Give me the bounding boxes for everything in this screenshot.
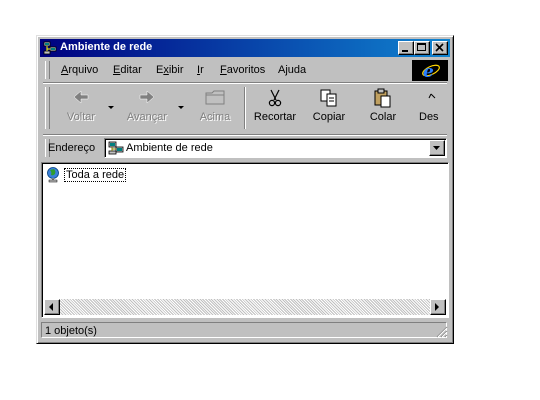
standard-toolbar: Voltar Avançar Acima Recortar Copiar Col… <box>41 84 449 134</box>
menu-bar: Arquivo Editar Exibir Ir Favoritos Ajuda… <box>41 59 449 82</box>
maximize-icon <box>417 43 426 51</box>
address-bar: Endereço Ambiente de rede <box>41 136 449 160</box>
status-bar: 1 objeto(s) <box>41 321 449 339</box>
undo-button[interactable]: Des <box>411 86 449 130</box>
close-icon <box>435 43 444 52</box>
minimize-icon <box>402 50 408 52</box>
address-label: Endereço <box>48 142 96 154</box>
chevron-down-icon <box>433 146 440 150</box>
menu-favoritos[interactable]: Favoritos <box>220 64 265 76</box>
svg-text:e: e <box>423 62 434 81</box>
up-button[interactable]: Acima <box>189 86 241 130</box>
forward-arrow-icon <box>139 90 155 104</box>
cut-button[interactable]: Recortar <box>249 86 301 130</box>
scroll-right-button[interactable] <box>430 299 446 315</box>
paste-icon <box>374 88 391 108</box>
address-dropdown-button[interactable] <box>429 140 445 156</box>
network-neighborhood-icon <box>108 141 124 158</box>
minimize-button[interactable] <box>398 41 414 55</box>
menu-ir[interactable]: Ir <box>197 64 204 76</box>
forward-dropdown-arrow[interactable] <box>178 106 184 109</box>
internet-explorer-logo: e <box>412 60 448 82</box>
back-button[interactable]: Voltar <box>55 86 107 130</box>
list-item-label: Toda a rede <box>64 168 127 182</box>
undo-icon <box>428 93 436 99</box>
scissors-icon <box>268 89 282 107</box>
menubar-grip[interactable] <box>45 61 50 79</box>
chevron-left-icon <box>49 303 53 311</box>
entire-network-globe-icon <box>46 167 62 186</box>
network-neighborhood-icon <box>43 41 57 55</box>
scroll-left-button[interactable] <box>44 299 60 315</box>
horizontal-scrollbar[interactable] <box>44 299 446 315</box>
address-value: Ambiente de rede <box>126 142 213 154</box>
status-pane: 1 objeto(s) <box>41 322 447 338</box>
address-field[interactable]: Ambiente de rede <box>104 138 447 158</box>
toolbar-separator <box>244 87 246 129</box>
menu-editar[interactable]: Editar <box>113 64 142 76</box>
menu-exibir[interactable]: Exibir <box>156 64 184 76</box>
copy-button[interactable]: Copiar <box>303 86 355 130</box>
menu-arquivo[interactable]: Arquivo <box>61 64 98 76</box>
menu-ajuda[interactable]: Ajuda <box>278 64 306 76</box>
paste-button[interactable]: Colar <box>357 86 409 130</box>
explorer-window: Ambiente de rede Arquivo Editar Exibir I… <box>36 35 454 344</box>
resize-grip-icon[interactable] <box>436 326 448 338</box>
chevron-right-icon <box>435 303 439 311</box>
title-bar[interactable]: Ambiente de rede <box>40 39 450 57</box>
close-button[interactable] <box>432 41 448 55</box>
window-title: Ambiente de rede <box>60 41 153 53</box>
file-view[interactable]: Toda a rede <box>41 162 449 318</box>
back-arrow-icon <box>73 90 89 104</box>
back-dropdown-arrow[interactable] <box>108 106 114 109</box>
toolbar-grip[interactable] <box>45 87 50 129</box>
forward-button[interactable]: Avançar <box>117 86 177 130</box>
copy-icon <box>320 89 337 107</box>
up-folder-icon <box>205 90 225 105</box>
maximize-button[interactable] <box>414 41 430 55</box>
status-text: 1 objeto(s) <box>45 325 97 337</box>
